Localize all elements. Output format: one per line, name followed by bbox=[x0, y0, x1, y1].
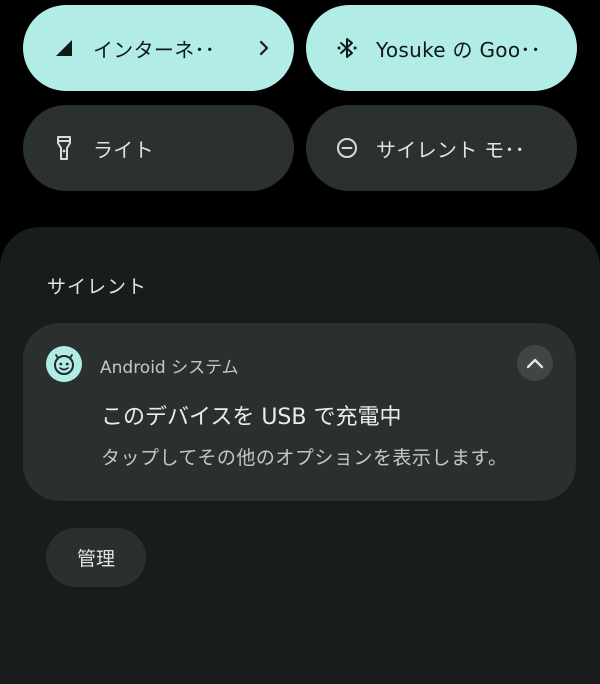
notification-app-name: Android システム bbox=[100, 358, 239, 378]
notification-text: タップしてその他のオプションを表示します。 bbox=[101, 447, 508, 469]
collapse-notification-button[interactable] bbox=[517, 345, 553, 381]
manage-button[interactable]: 管理 bbox=[46, 528, 146, 587]
bluetooth-tile[interactable]: Yosuke の Goo･･ bbox=[306, 5, 577, 91]
do-not-disturb-tile-label: サイレント モ･･ bbox=[376, 137, 526, 162]
flashlight-tile[interactable]: ライト bbox=[23, 105, 294, 191]
notification-title: このデバイスを USB で充電中 bbox=[101, 405, 402, 430]
notification-shade-screen: インターネ･･ Yosuke の Goo･･ ライト サイレント モ･･ サイレ… bbox=[0, 0, 600, 684]
bluetooth-tile-label: Yosuke の Goo･･ bbox=[376, 37, 541, 62]
notification-card[interactable]: Android システム このデバイスを USB で充電中 タップしてその他のオ… bbox=[23, 323, 576, 501]
bluetooth-icon bbox=[334, 35, 360, 61]
chevron-up-icon bbox=[525, 356, 545, 370]
android-system-icon bbox=[46, 346, 82, 382]
cellular-signal-icon bbox=[51, 35, 77, 61]
flashlight-tile-label: ライト bbox=[93, 137, 154, 162]
internet-tile-label: インターネ･･ bbox=[93, 37, 216, 62]
internet-tile[interactable]: インターネ･･ bbox=[23, 5, 294, 91]
do-not-disturb-tile[interactable]: サイレント モ･･ bbox=[306, 105, 577, 191]
chevron-right-icon bbox=[254, 38, 274, 58]
do-not-disturb-icon bbox=[334, 135, 360, 161]
flashlight-icon bbox=[51, 135, 77, 161]
section-header-silent: サイレント bbox=[47, 276, 148, 298]
